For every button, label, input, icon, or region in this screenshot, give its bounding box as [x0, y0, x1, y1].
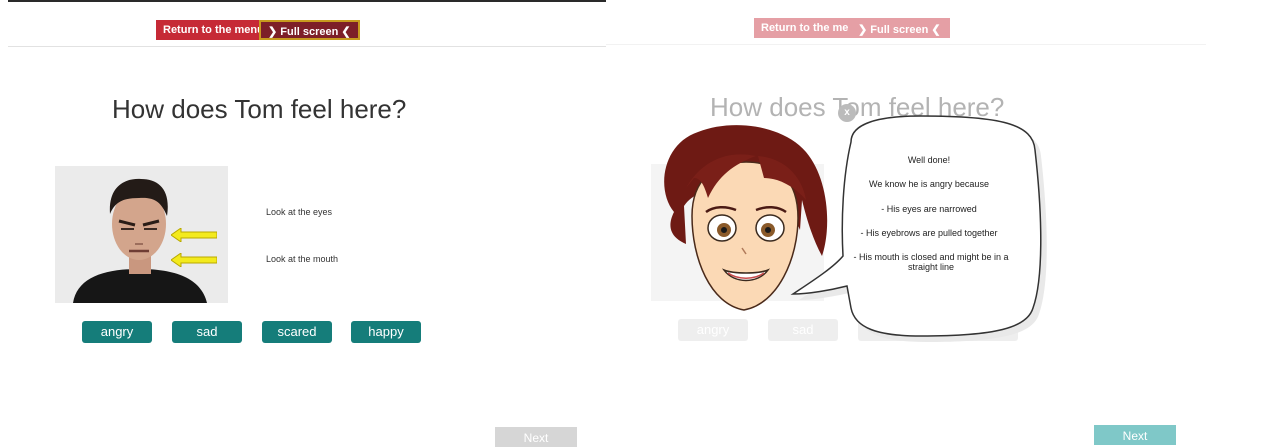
return-to-menu-label: Return to the menu [163, 24, 264, 36]
chevron-right-icon: ❯ [858, 24, 868, 36]
chevron-left-icon: ❮ [341, 26, 351, 38]
arrow-left-icon [171, 228, 217, 242]
cartoon-girl-avatar [664, 125, 828, 311]
close-icon: x [844, 107, 850, 118]
quiz-screen-feedback: Return to the menu ❯ Full screen ❮ How d… [606, 0, 1206, 445]
full-screen-label: Full screen [870, 24, 929, 36]
next-button[interactable]: Next [495, 427, 577, 447]
return-to-menu-button[interactable]: Return to the menu [156, 20, 271, 40]
feedback-point: - His eyes are narrowed [881, 204, 977, 214]
answer-button-scared[interactable]: scared [262, 321, 332, 343]
hint-eyes: Look at the eyes [266, 207, 333, 217]
answer-button-sad[interactable]: sad [172, 321, 242, 343]
full-screen-label: Full screen [280, 26, 339, 38]
question-heading: How does Tom feel here? [112, 94, 407, 124]
answer-button-happy[interactable]: happy [351, 321, 421, 343]
chevron-left-icon: ❮ [931, 24, 941, 36]
return-to-menu-label: Return to the menu [761, 22, 862, 34]
next-button[interactable]: Next [1094, 425, 1176, 445]
hint-mouth: Look at the mouth [266, 254, 339, 264]
answer-button-angry[interactable]: angry [82, 321, 152, 343]
chevron-right-icon: ❯ [268, 26, 278, 38]
top-toolbar: Return to the menu ❯ Full screen ❮ [8, 10, 608, 47]
feedback-point: - His mouth is closed and might be in a … [853, 252, 1009, 272]
arrow-left-icon [171, 253, 217, 267]
full-screen-button[interactable]: ❯ Full screen ❮ [259, 20, 360, 40]
top-toolbar: Return to the menu ❯ Full screen ❮ [606, 8, 1206, 45]
quiz-screen-question: Return to the menu ❯ Full screen ❮ How d… [8, 0, 608, 447]
face-photo [55, 166, 228, 303]
answer-button-angry[interactable]: angry [678, 319, 748, 341]
feedback-title: Well done! [907, 155, 951, 165]
full-screen-button[interactable]: ❯ Full screen ❮ [849, 18, 950, 38]
feedback-reason: We know he is angry because [869, 179, 989, 189]
close-feedback-button[interactable]: x [838, 104, 856, 122]
feedback-point: - His eyebrows are pulled together [860, 228, 998, 238]
